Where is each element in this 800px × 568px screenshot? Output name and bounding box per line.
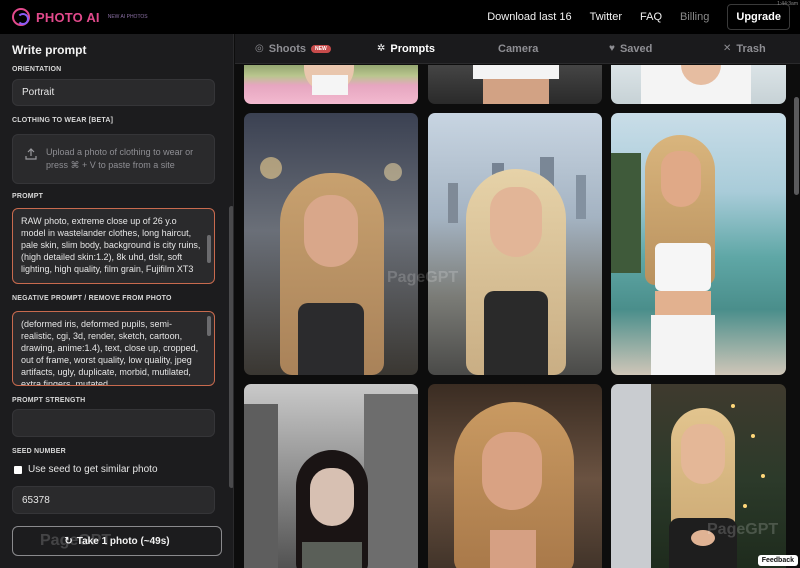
orientation-select[interactable]: Portrait: [12, 79, 215, 106]
brand-name: PHOTO AI: [36, 9, 100, 25]
heart-icon: ♥: [609, 43, 615, 54]
gallery-photo[interactable]: [611, 65, 786, 104]
feedback-button[interactable]: Feedback: [757, 555, 798, 566]
tab-shoots[interactable]: ◎ Shoots NEW: [255, 34, 331, 64]
tab-prompts[interactable]: ✲ Prompts: [377, 34, 435, 64]
prompt-textarea[interactable]: RAW photo, extreme close up of 26 y.o mo…: [12, 208, 215, 284]
photo-gallery: PageGPT PageGPT: [235, 65, 800, 568]
prompt-sidebar: Write prompt ORIENTATION Portrait CLOTHI…: [0, 34, 234, 568]
camera-icon: ↻: [64, 535, 73, 547]
take-photo-label: Take 1 photo (~49s): [76, 535, 170, 547]
faq-link[interactable]: FAQ: [640, 11, 662, 23]
tab-trash[interactable]: ✕ Trash: [723, 34, 766, 64]
orientation-label: ORIENTATION: [12, 66, 62, 73]
aperture-icon: ◎: [255, 43, 264, 54]
gallery-photo[interactable]: [428, 113, 602, 375]
gallery-photo[interactable]: [611, 384, 786, 568]
prompt-strength-label: PROMPT STRENGTH: [12, 397, 86, 404]
x-icon: ✕: [723, 43, 732, 54]
seed-value: 65378: [22, 495, 50, 506]
upgrade-button[interactable]: Upgrade: [727, 4, 790, 30]
gallery-photo[interactable]: [428, 65, 602, 104]
gallery-photo[interactable]: [244, 113, 418, 375]
tab-saved[interactable]: ♥ Saved: [609, 34, 652, 64]
upload-hint: Upload a photo of clothing to wear or pr…: [46, 147, 194, 170]
sidebar-scrollbar[interactable]: [229, 206, 233, 488]
clothing-upload-dropzone[interactable]: Upload a photo of clothing to wear or pr…: [12, 134, 215, 184]
download-last-link[interactable]: Download last 16: [487, 11, 571, 23]
new-badge: NEW: [311, 45, 331, 53]
tab-label: Prompts: [390, 43, 436, 55]
seed-checkbox-row[interactable]: Use seed to get similar photo: [14, 464, 158, 475]
gallery-photo[interactable]: [244, 384, 418, 568]
prompt-strength-field[interactable]: [12, 409, 215, 437]
prompt-text: RAW photo, extreme close up of 26 y.o mo…: [21, 216, 201, 274]
tab-camera[interactable]: Camera: [498, 34, 538, 64]
tab-label: Trash: [736, 43, 766, 55]
tab-bar: ◎ Shoots NEW ✲ Prompts Camera ♥ Saved ✕ …: [235, 34, 800, 64]
prompt-scrollbar[interactable]: [207, 235, 211, 263]
sidebar-title: Write prompt: [12, 43, 87, 57]
tab-label: Camera: [498, 43, 539, 55]
logo-icon: [12, 8, 30, 26]
tab-label: Shoots: [268, 43, 307, 55]
top-nav: Download last 16 Twitter FAQ Billing Upg…: [487, 0, 800, 34]
negative-prompt-textarea[interactable]: (deformed iris, deformed pupils, semi-re…: [12, 311, 215, 386]
gallery-photo[interactable]: [611, 113, 786, 375]
seed-input[interactable]: 65378: [12, 486, 215, 514]
sparkle-icon: ✲: [377, 43, 386, 54]
prompt-label: PROMPT: [12, 193, 44, 200]
gallery-photo[interactable]: [428, 384, 602, 568]
brand-logo[interactable]: PHOTO AI NEW AI PHOTOS: [12, 8, 148, 26]
take-photo-button[interactable]: ↻ Take 1 photo (~49s): [12, 526, 222, 556]
top-bar: PHOTO AI NEW AI PHOTOS Download last 16 …: [0, 0, 800, 34]
seed-label: SEED NUMBER: [12, 448, 66, 455]
seed-checkbox-label: Use seed to get similar photo: [28, 464, 158, 475]
gallery-photo[interactable]: [244, 65, 418, 104]
negative-prompt-label: NEGATIVE PROMPT / REMOVE FROM PHOTO: [12, 295, 172, 302]
clock-readout: 1:44:3am: [777, 1, 798, 7]
seed-checkbox[interactable]: [14, 465, 22, 474]
tab-label: Saved: [619, 43, 653, 55]
twitter-link[interactable]: Twitter: [590, 11, 622, 23]
gallery-scrollbar[interactable]: [794, 97, 799, 195]
brand-subtitle: NEW AI PHOTOS: [107, 14, 148, 20]
billing-link[interactable]: Billing: [680, 11, 709, 23]
clothing-label: CLOTHING TO WEAR [BETA]: [12, 117, 114, 124]
upload-icon: [25, 148, 37, 160]
negative-prompt-scrollbar[interactable]: [207, 316, 211, 336]
orientation-value: Portrait: [22, 87, 55, 98]
negative-prompt-text: (deformed iris, deformed pupils, semi-re…: [21, 319, 199, 386]
